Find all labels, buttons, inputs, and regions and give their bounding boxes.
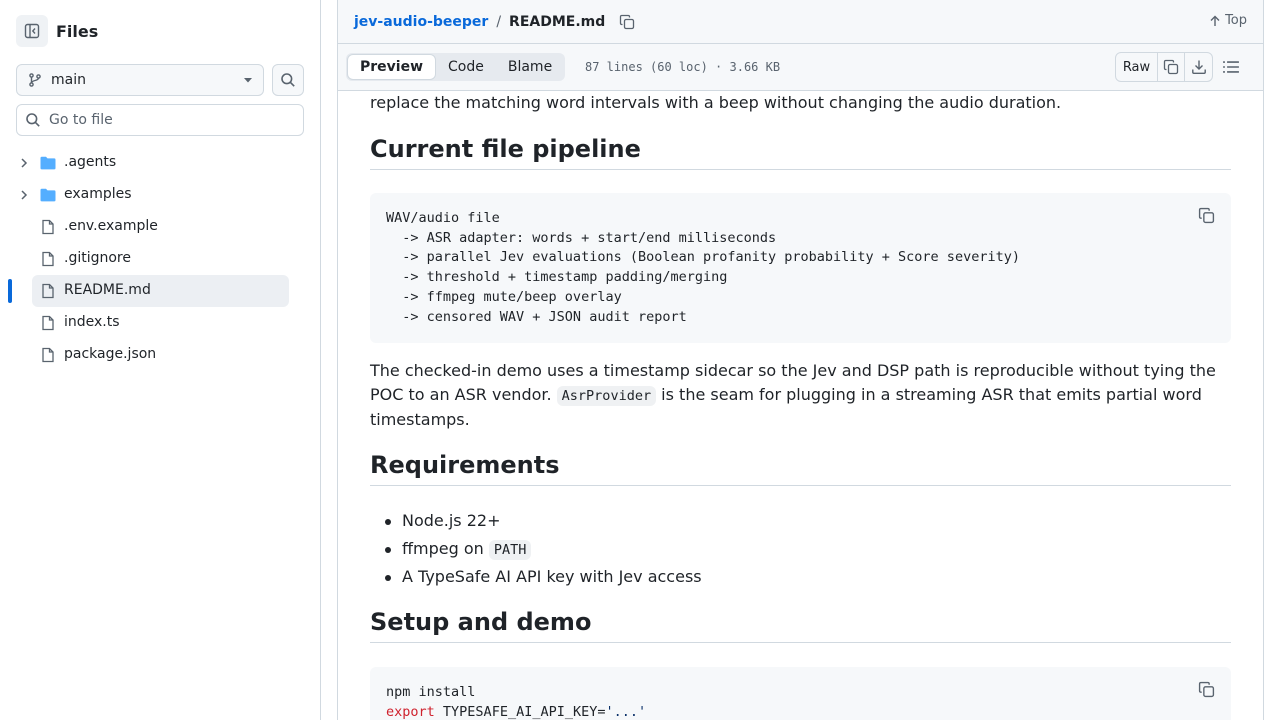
file-tree: .agents examples .env.example .gitignore… [0, 147, 320, 371]
arrow-up-icon [1210, 15, 1220, 26]
paragraph-intro-tail: replace the matching word intervals with… [370, 93, 1062, 112]
chevron-right-icon[interactable] [18, 157, 30, 169]
code-variable: TYPESAFE_AI_API_KEY= [442, 703, 606, 720]
tree-item-package-json[interactable]: package.json [0, 339, 320, 371]
copy-path-button[interactable] [619, 14, 635, 30]
file-icon [42, 251, 54, 267]
pipeline-code-block: WAV/audio file -> ASR adapter: words + s… [370, 193, 1231, 343]
back-to-top-button[interactable]: Top [1209, 13, 1247, 28]
heading-requirements: Requirements [370, 453, 1231, 486]
tree-item-label: index.ts [64, 314, 120, 330]
paragraph-text: POC to an ASR vendor. [370, 385, 552, 404]
code-line: -> ffmpeg mute/beep overlay [386, 288, 622, 305]
file-info: 87 lines (60 loc) · 3.66 KB [585, 60, 781, 74]
breadcrumb-file: README.md [509, 13, 606, 30]
chevron-right-icon[interactable] [18, 189, 30, 201]
copy-icon [1198, 207, 1215, 224]
file-icon [42, 283, 54, 299]
tree-item-agents[interactable]: .agents [0, 147, 320, 179]
code-line: WAV/audio file [386, 210, 500, 226]
code-line: -> threshold + timestamp padding/merging [386, 269, 728, 286]
list-item-text: ffmpeg on [402, 539, 484, 558]
inline-code-path: PATH [488, 540, 532, 560]
copy-icon [1198, 681, 1215, 698]
selected-indicator [8, 279, 12, 303]
file-tree-sidebar: Files main .agents examples [0, 0, 321, 720]
file-toolbar: Preview Code Blame 87 lines (60 loc) · 3… [338, 44, 1263, 91]
copy-code-button[interactable] [1198, 207, 1215, 231]
outline-button[interactable] [1222, 58, 1240, 80]
list-item: ffmpeg on PATH [370, 537, 702, 565]
file-icon [42, 347, 54, 363]
tab-preview[interactable]: Preview [347, 54, 437, 80]
tab-blame[interactable]: Blame [496, 54, 564, 80]
branch-selector[interactable]: main [16, 64, 264, 96]
heading-current-file-pipeline: Current file pipeline [370, 137, 1231, 170]
tree-item-examples[interactable]: examples [0, 179, 320, 211]
view-mode-tabs: Preview Code Blame [346, 53, 566, 81]
list-unordered-icon [1223, 61, 1239, 73]
file-actions-group: Raw [1115, 52, 1213, 82]
file-viewer: jev-audio-beeper / README.md Top Preview… [337, 0, 1264, 720]
sidebar-collapse-icon [24, 23, 40, 39]
download-button[interactable] [1185, 53, 1212, 81]
tree-item-index-ts[interactable]: index.ts [0, 307, 320, 339]
setup-code-block: npm install export TYPESAFE_AI_API_KEY='… [370, 667, 1231, 720]
tree-item-label: .gitignore [64, 250, 131, 266]
search-icon [26, 113, 40, 127]
inline-code-asrprovider: AsrProvider [556, 386, 657, 406]
tree-item-env-example[interactable]: .env.example [0, 211, 320, 243]
copy-raw-button[interactable] [1158, 53, 1185, 81]
breadcrumb-separator: / [496, 13, 502, 30]
list-item: Node.js 22+ [370, 509, 702, 537]
download-icon [1191, 60, 1206, 74]
tab-code[interactable]: Code [436, 54, 496, 80]
collapse-sidebar-button[interactable] [16, 15, 48, 47]
search-files-button[interactable] [272, 64, 304, 96]
code-line: -> censored WAV + JSON audit report [386, 308, 687, 325]
tree-item-label: .env.example [64, 218, 158, 234]
tree-item-label: .agents [64, 154, 117, 170]
copy-code-button[interactable] [1198, 681, 1215, 705]
breadcrumb-repo-link[interactable]: jev-audio-beeper [354, 14, 488, 30]
code-line: export TYPESAFE_AI_API_KEY='...' [386, 703, 1215, 720]
file-path-header: jev-audio-beeper / README.md Top [338, 0, 1263, 44]
sidebar-header: Files [16, 15, 98, 47]
paragraph-line: timestamps. [370, 410, 470, 429]
paragraph-line: The checked-in demo uses a timestamp sid… [370, 361, 1216, 380]
list-item: A TypeSafe AI API key with Jev access [370, 565, 702, 593]
raw-button[interactable]: Raw [1116, 53, 1158, 81]
code-keyword: export [386, 703, 435, 720]
sidebar-title: Files [56, 21, 99, 41]
tree-item-label: package.json [64, 346, 157, 362]
branch-name: main [51, 72, 86, 88]
code-line: npm install [386, 684, 476, 700]
back-to-top-label: Top [1225, 13, 1247, 28]
go-to-file-input[interactable] [49, 112, 289, 128]
code-line: -> ASR adapter: words + start/end millis… [386, 229, 777, 246]
requirements-list: Node.js 22+ ffmpeg on PATH A TypeSafe AI… [370, 509, 702, 593]
search-icon [281, 73, 295, 87]
tree-item-label: README.md [64, 282, 151, 298]
folder-icon [40, 156, 56, 170]
tree-item-readme[interactable]: README.md [0, 275, 320, 307]
copy-icon [620, 14, 635, 29]
tree-item-label: examples [64, 186, 132, 202]
git-branch-icon [29, 73, 41, 87]
code-string: '...' [605, 703, 647, 720]
paragraph-demo: The checked-in demo uses a timestamp sid… [370, 359, 1231, 432]
code-line: -> parallel Jev evaluations (Boolean pro… [386, 249, 1020, 266]
paragraph-text: is the seam for plugging in a streaming … [661, 385, 1202, 404]
caret-down-icon [244, 78, 252, 83]
heading-setup-and-demo: Setup and demo [370, 610, 1231, 643]
folder-icon [40, 188, 56, 202]
file-icon [42, 219, 54, 235]
paragraph-line: POC to an ASR vendor. AsrProvider is the… [370, 383, 1231, 408]
tree-item-gitignore[interactable]: .gitignore [0, 243, 320, 275]
go-to-file-field[interactable] [16, 104, 304, 136]
file-icon [42, 315, 54, 331]
copy-icon [1163, 59, 1179, 75]
